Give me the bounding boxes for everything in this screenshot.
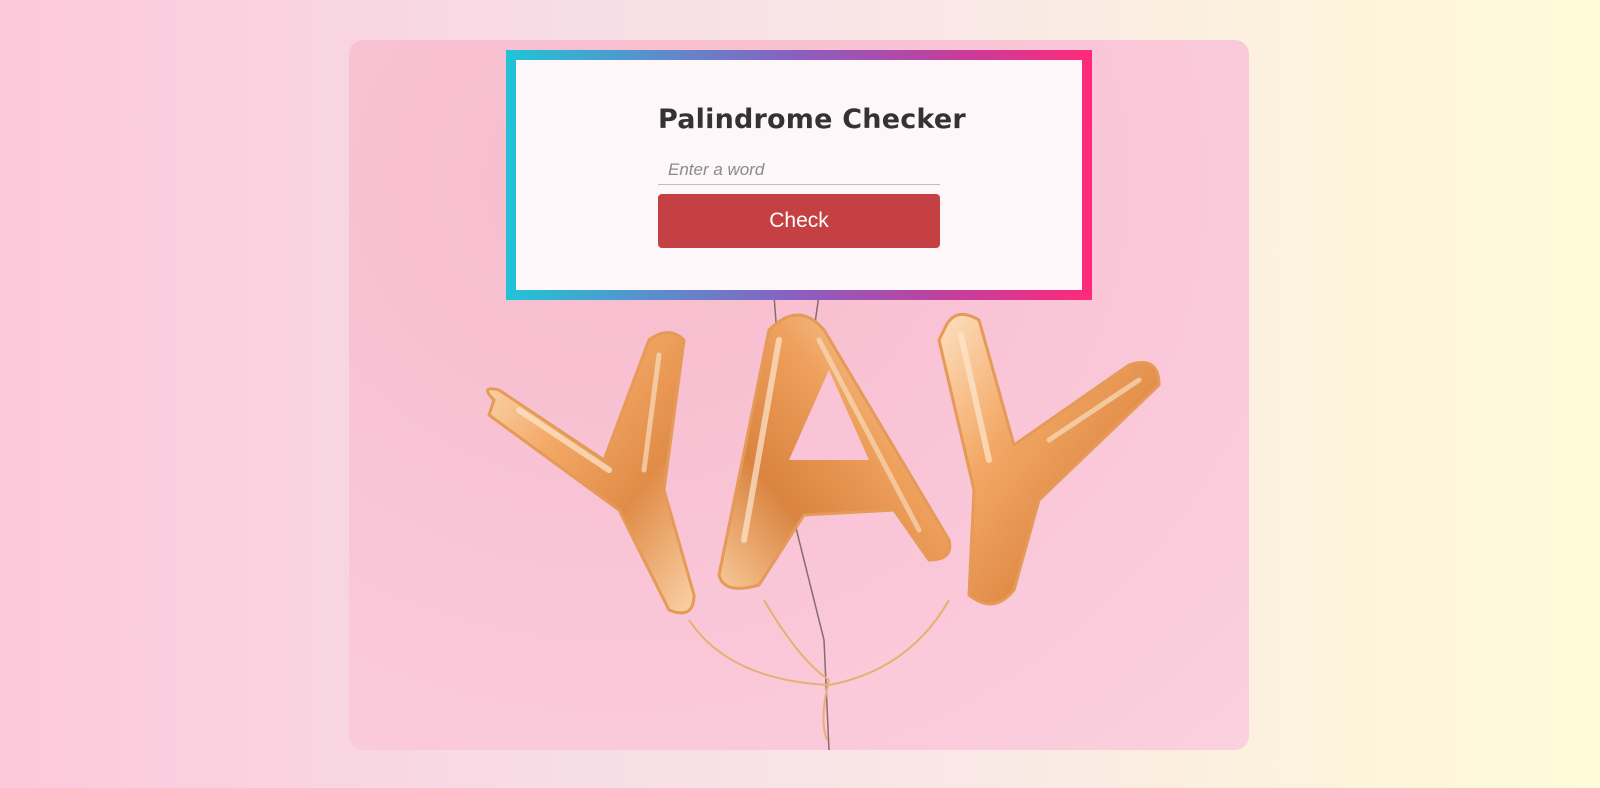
balloon-letter-a [717,313,952,590]
page-title: Palindrome Checker [658,104,966,135]
card-body: Palindrome Checker Check [516,60,1082,290]
balloon-letter-y-right [937,312,1161,606]
word-input[interactable] [658,156,940,185]
check-button[interactable]: Check [658,194,940,248]
palindrome-card: Palindrome Checker Check [506,50,1092,300]
balloon-letter-y-left [486,331,696,615]
